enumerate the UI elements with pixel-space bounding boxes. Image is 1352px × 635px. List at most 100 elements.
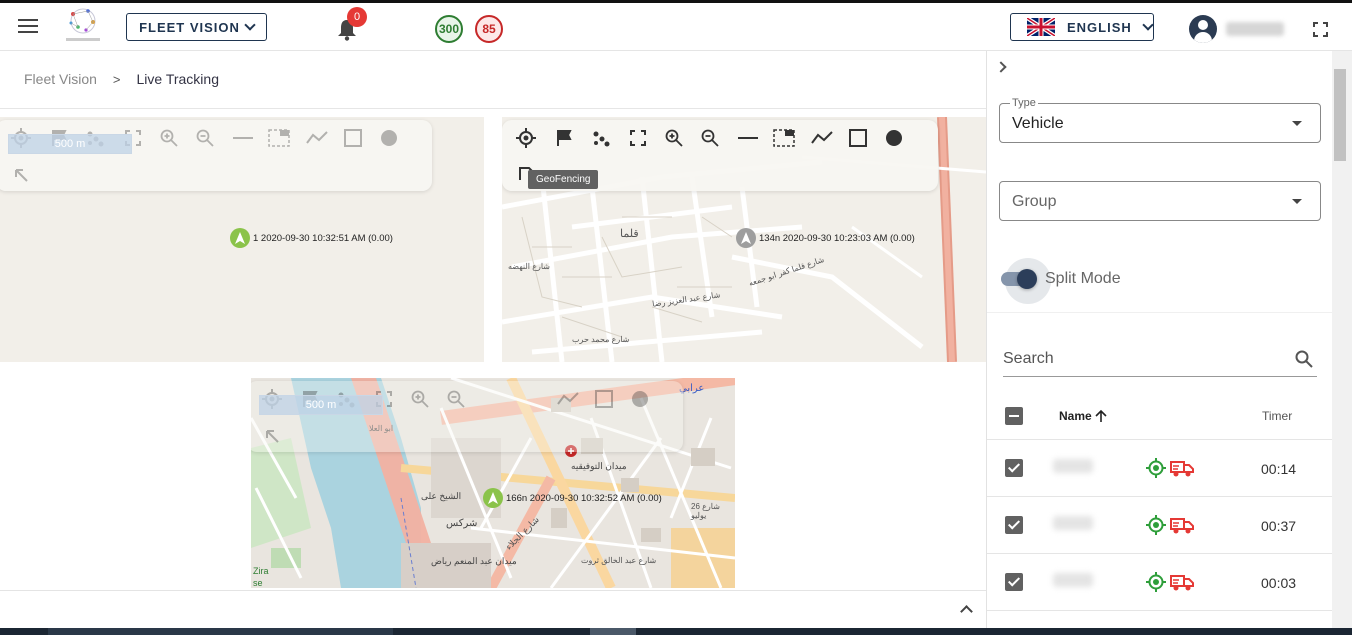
vehicle-marker[interactable]: 134n 2020-09-30 10:23:03 AM (0.00) <box>736 228 915 248</box>
group-select[interactable]: Group <box>999 181 1321 221</box>
zoom-out-icon[interactable] <box>699 127 721 149</box>
vehicle-marker-label: 134n 2020-09-30 10:23:03 AM (0.00) <box>759 232 915 244</box>
top-bar: FLEET VISION 0 300 85 ENGLISH <box>0 0 1352 51</box>
column-header-name[interactable]: Name <box>1059 409 1108 423</box>
notification-count-badge: 0 <box>347 7 367 27</box>
chevron-up-icon[interactable] <box>960 605 973 618</box>
user-avatar[interactable] <box>1189 15 1217 43</box>
zoom-in-icon[interactable] <box>409 388 431 410</box>
flag-icon[interactable] <box>553 127 575 149</box>
user-name-blurred[interactable] <box>1226 22 1284 36</box>
vehicle-name-blurred <box>1053 516 1093 530</box>
map-label: قلما <box>620 228 639 240</box>
locate-icon[interactable] <box>515 127 537 149</box>
locate-vehicle-icon[interactable] <box>1146 458 1166 478</box>
taskbar-item[interactable] <box>590 628 636 635</box>
arrow-up-left-icon[interactable] <box>261 425 283 447</box>
chevron-down-icon <box>244 19 256 31</box>
map-label: شركس <box>446 518 478 529</box>
split-mode-label: Split Mode <box>1045 270 1121 287</box>
select-all-checkbox[interactable] <box>1005 407 1023 425</box>
online-vehicles-count[interactable]: 300 <box>435 15 463 43</box>
zoom-in-icon[interactable] <box>158 127 180 149</box>
polyline-icon[interactable] <box>306 127 328 149</box>
type-select[interactable]: Type Vehicle <box>999 97 1321 143</box>
vehicle-name-blurred <box>1053 459 1093 473</box>
row-checkbox[interactable] <box>1005 516 1023 534</box>
square-tool-icon[interactable] <box>342 127 364 149</box>
locate-vehicle-icon[interactable] <box>1146 515 1166 535</box>
zoom-out-icon[interactable] <box>445 388 467 410</box>
arrow-up-left-icon[interactable] <box>10 164 32 186</box>
vehicle-side-panel: Type Vehicle Group Split Mode Name Timer… <box>986 51 1333 628</box>
fullscreen-icon[interactable] <box>1313 22 1328 37</box>
map-label: شارع عبد الخالق ثروت <box>581 556 657 565</box>
expand-icon[interactable] <box>627 127 649 149</box>
scrollbar-thumb[interactable] <box>1334 69 1346 161</box>
search-icon[interactable] <box>1295 350 1313 368</box>
navigation-arrow-icon <box>736 228 756 248</box>
zoom-in-icon[interactable] <box>663 127 685 149</box>
collapse-panel-icon[interactable] <box>995 61 1007 73</box>
locate-vehicle-icon[interactable] <box>1146 572 1166 592</box>
truck-status-icon[interactable] <box>1170 572 1194 592</box>
table-row[interactable]: 00:03 <box>987 554 1333 611</box>
search-input[interactable] <box>1003 350 1283 368</box>
row-timer: 00:14 <box>1261 461 1297 477</box>
network-logo-icon <box>66 8 100 41</box>
map-label: ميدان عبد المنعم رياض <box>431 556 517 566</box>
os-taskbar <box>0 628 1352 635</box>
square-tool-icon[interactable] <box>847 127 869 149</box>
hamburger-menu-icon[interactable] <box>18 19 38 33</box>
taskbar-item[interactable] <box>48 628 393 635</box>
polyline-icon[interactable] <box>557 388 579 410</box>
circle-tool-icon[interactable] <box>883 127 905 149</box>
map-panel-1[interactable]: 500 m 1 2020-09-30 10:32:51 AM (0.00) <box>0 117 484 362</box>
bottom-drawer <box>0 590 986 628</box>
language-dropdown-button[interactable]: ENGLISH <box>1010 13 1154 41</box>
circle-tool-icon[interactable] <box>629 388 651 410</box>
row-timer: 00:03 <box>1261 575 1297 591</box>
polyline-icon[interactable] <box>811 127 833 149</box>
fleet-vision-dropdown-button[interactable]: FLEET VISION <box>126 13 267 41</box>
map-label: شارع النهضه <box>508 262 550 271</box>
truck-status-icon[interactable] <box>1170 515 1194 535</box>
vehicle-marker-label: 166n 2020-09-30 10:32:52 AM (0.00) <box>506 492 662 504</box>
breadcrumb-root[interactable]: Fleet Vision <box>24 71 97 87</box>
search-field <box>1003 344 1317 377</box>
vehicle-marker[interactable]: 1 2020-09-30 10:32:51 AM (0.00) <box>230 228 393 248</box>
table-row[interactable]: 00:14 <box>987 440 1333 497</box>
fleet-button-label: FLEET VISION <box>139 19 240 35</box>
map-scale: 500 m <box>8 134 132 154</box>
panel-scrollbar[interactable] <box>1332 51 1352 628</box>
circle-tool-icon[interactable] <box>378 127 400 149</box>
map-panel-3[interactable]: ميدان التوفيقيه الشيخ على شركس ميدان عبد… <box>251 378 735 588</box>
chevron-down-icon <box>1142 19 1154 31</box>
split-mode-toggle[interactable] <box>987 257 1051 304</box>
cluster-icon[interactable] <box>590 127 612 149</box>
divider <box>0 108 986 109</box>
geofencing-tooltip: GeoFencing <box>528 170 599 189</box>
column-name-label: Name <box>1059 409 1092 423</box>
map-panel-2[interactable]: قلما شارع قلما كفر ابو جمعه شارع عبد الع… <box>502 117 986 362</box>
map-label: الشيخ على <box>421 491 462 501</box>
line-tool-icon[interactable] <box>232 127 254 149</box>
map-scale: 500 m <box>259 395 383 415</box>
vehicle-marker[interactable]: 166n 2020-09-30 10:32:52 AM (0.00) <box>483 488 662 508</box>
select-box-icon[interactable] <box>773 127 795 149</box>
row-checkbox[interactable] <box>1005 573 1023 591</box>
row-timer: 00:37 <box>1261 518 1297 534</box>
offline-vehicles-count[interactable]: 85 <box>475 15 503 43</box>
row-checkbox[interactable] <box>1005 459 1023 477</box>
select-box-icon[interactable] <box>268 127 290 149</box>
map-label: شارع محمد حرب <box>572 335 630 344</box>
language-label: ENGLISH <box>1067 19 1132 35</box>
table-header: Name Timer <box>987 391 1333 440</box>
divider <box>987 312 1333 313</box>
breadcrumb-separator: > <box>112 71 121 87</box>
truck-status-icon[interactable] <box>1170 458 1194 478</box>
table-row[interactable]: 00:37 <box>987 497 1333 554</box>
zoom-out-icon[interactable] <box>194 127 216 149</box>
line-tool-icon[interactable] <box>737 127 759 149</box>
square-tool-icon[interactable] <box>593 388 615 410</box>
